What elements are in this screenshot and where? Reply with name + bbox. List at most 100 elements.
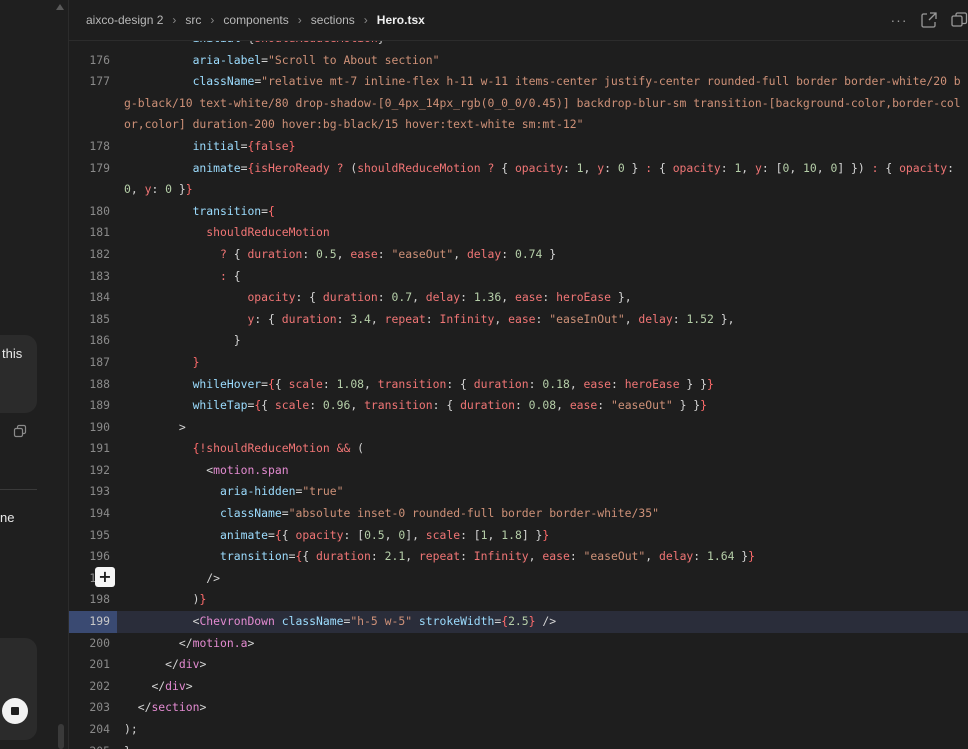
line-number: 195 (89, 527, 110, 542)
code-text: } (124, 741, 962, 749)
open-external-icon[interactable] (919, 10, 939, 30)
scrollbar[interactable] (58, 724, 64, 749)
chat-input-box[interactable] (0, 638, 37, 740)
line-number: 192 (89, 462, 110, 477)
scroll-up-arrow-icon[interactable] (56, 4, 64, 10)
stop-icon (11, 707, 19, 715)
stop-button[interactable] (2, 698, 28, 724)
line-number: 183 (89, 268, 110, 283)
add-comment-button[interactable]: + (95, 567, 115, 587)
line-number: 200 (89, 635, 110, 650)
code-text: className="relative mt-7 inline-flex h-1… (124, 74, 961, 132)
line-number: 198 (89, 592, 110, 607)
code-line[interactable]: 201 </div> (69, 654, 968, 676)
chat-message-text: ne (0, 510, 15, 525)
code-text: shouldReduceMotion (206, 225, 330, 240)
line-number: 196 (89, 549, 110, 564)
code-line[interactable]: 184 opacity: { duration: 0.7, delay: 1.3… (69, 287, 968, 309)
line-number: 184 (89, 290, 110, 305)
chevron-right-icon: › (210, 13, 215, 27)
line-number: 202 (89, 678, 110, 693)
code-line[interactable]: 176 aria-label="Scroll to About section" (69, 50, 968, 72)
code-line[interactable]: 194 className="absolute inset-0 rounded-… (69, 503, 968, 525)
code-line[interactable]: 192 <motion.span (69, 460, 968, 482)
line-number: 180 (89, 203, 110, 218)
line-number: 203 (89, 700, 110, 715)
line-number: 179 (89, 160, 110, 175)
more-options-icon[interactable]: ··· (889, 10, 909, 30)
code-line[interactable]: 193 aria-hidden="true" (69, 481, 968, 503)
code-text: transition={ (192, 203, 275, 218)
code-line[interactable]: 188 whileHover={{ scale: 1.08, transitio… (69, 374, 968, 396)
code-line[interactable]: 190 > (69, 417, 968, 439)
code-text: <ChevronDown className="h-5 w-5" strokeW… (192, 614, 557, 629)
code-text: </motion.a> (124, 635, 255, 650)
line-number: 189 (89, 398, 110, 413)
code-line[interactable]: 177 className="relative mt-7 inline-flex… (69, 71, 968, 136)
breadcrumb: aixco-design 2 › src › components › sect… (86, 13, 425, 27)
line-number: 205 (69, 741, 110, 749)
code-text: y: { duration: 3.4, repeat: Infinity, ea… (247, 311, 735, 326)
code-text: className="absolute inset-0 rounded-full… (220, 506, 659, 521)
code-text: ); (124, 722, 138, 736)
code-line[interactable]: 191 {!shouldReduceMotion && ( (69, 438, 968, 460)
code-line[interactable]: 189 whileTap={{ scale: 0.96, transition:… (69, 395, 968, 417)
line-number: 204 (89, 722, 110, 736)
code-text: aria-hidden="true" (220, 484, 344, 499)
breadcrumb-item[interactable]: src (185, 13, 201, 27)
code-line[interactable]: 200 </motion.a> (69, 633, 968, 655)
chat-side-panel: this ne (0, 0, 68, 749)
code-line[interactable]: 180 transition={ (69, 201, 968, 223)
chevron-right-icon: › (297, 13, 302, 27)
code-text: whileHover={{ scale: 1.08, transition: {… (192, 376, 714, 391)
header-actions: ··· (879, 10, 968, 30)
breadcrumb-item[interactable]: aixco-design 2 (86, 13, 163, 27)
code-editor: initial={shouldReduceMotion}176 aria-lab… (68, 0, 968, 749)
line-number: 176 (89, 52, 110, 67)
code-text: transition={{ duration: 2.1, repeat: Inf… (220, 549, 756, 564)
split-view-icon[interactable] (949, 10, 968, 30)
code-line[interactable]: 204); (69, 719, 968, 741)
copy-icon[interactable] (13, 424, 27, 438)
editor-header: aixco-design 2 › src › components › sect… (69, 0, 968, 41)
line-number: 188 (89, 376, 110, 391)
code-text: </div> (124, 657, 207, 672)
code-text: : { (220, 268, 241, 283)
chat-message-text: this (2, 346, 23, 361)
code-line-active[interactable]: 199 <ChevronDown className="h-5 w-5" str… (69, 611, 968, 633)
breadcrumb-item[interactable]: sections (311, 13, 355, 27)
line-number: 191 (89, 441, 110, 456)
chevron-right-icon: › (363, 13, 368, 27)
line-number: 186 (89, 333, 110, 348)
code-line[interactable]: 195 animate={{ opacity: [0.5, 0], scale:… (69, 525, 968, 547)
code-line[interactable]: 183 : { (69, 266, 968, 288)
code-line[interactable]: 186 } (69, 330, 968, 352)
code-text: > (124, 419, 186, 434)
line-number: 181 (89, 225, 110, 240)
code-text: } (124, 333, 241, 348)
code-line[interactable]: 181 shouldReduceMotion (69, 222, 968, 244)
breadcrumb-current-file[interactable]: Hero.tsx (377, 13, 425, 27)
line-number: 201 (89, 657, 110, 672)
code-line[interactable]: 182 ? { duration: 0.5, ease: "easeOut", … (69, 244, 968, 266)
line-number: 187 (89, 354, 110, 369)
code-text: } (192, 354, 200, 369)
code-line[interactable]: 202 </div> (69, 676, 968, 698)
code-line[interactable]: 198 )} (69, 589, 968, 611)
code-line[interactable]: 197 /> (69, 568, 968, 590)
code-line[interactable]: 203 </section> (69, 697, 968, 719)
code-line[interactable]: 179 animate={isHeroReady ? (shouldReduce… (69, 158, 968, 201)
line-number: 177 (89, 74, 110, 89)
code-line[interactable]: 185 y: { duration: 3.4, repeat: Infinity… (69, 309, 968, 331)
divider (0, 489, 37, 490)
code-line[interactable]: 178 initial={false} (69, 136, 968, 158)
code-line[interactable]: 187 } (69, 352, 968, 374)
code-line[interactable]: 196 transition={{ duration: 2.1, repeat:… (69, 546, 968, 568)
line-number: 193 (89, 484, 110, 499)
code-line[interactable]: 205} (69, 741, 968, 749)
code-text: {!shouldReduceMotion && ( (192, 441, 365, 456)
code-text: opacity: { duration: 0.7, delay: 1.36, e… (247, 290, 632, 305)
breadcrumb-item[interactable]: components (223, 13, 288, 27)
code-text: </section> (124, 700, 207, 715)
code-lines: initial={shouldReduceMotion}176 aria-lab… (69, 28, 968, 749)
